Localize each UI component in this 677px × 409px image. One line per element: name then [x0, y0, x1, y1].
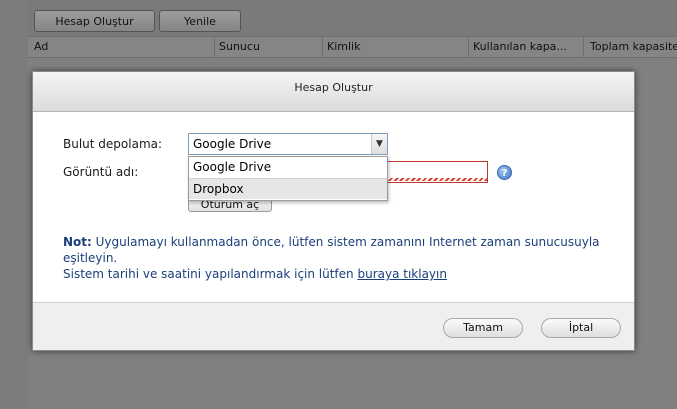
dialog-title: Hesap Oluştur [33, 72, 634, 112]
dialog-footer: Tamam İptal [33, 302, 634, 350]
cloud-storage-select[interactable]: Google Drive ▼ [188, 133, 388, 155]
spellcheck-underline [385, 178, 487, 181]
column-header-name[interactable]: Ad [28, 37, 214, 57]
column-header-identity[interactable]: Kimlik [322, 37, 468, 57]
toolbar: Hesap Oluştur Yenile [28, 0, 677, 36]
note-line-1: Uygulamayı kullanmadan önce, lütfen sist… [63, 235, 600, 265]
selected-storage-value: Google Drive [193, 137, 272, 151]
display-name-label: Görüntü adı: [63, 165, 139, 179]
left-panel [0, 0, 28, 409]
column-header-total-capacity[interactable]: Toplam kapasite [583, 37, 677, 57]
dropdown-option-dropbox[interactable]: Dropbox [189, 178, 387, 199]
chevron-down-icon[interactable]: ▼ [371, 134, 387, 154]
create-account-dialog: Hesap Oluştur Bulut depolama: Görüntü ad… [32, 71, 635, 351]
note-line-2: Sistem tarihi ve saatini yapılandırmak i… [63, 267, 358, 281]
note-prefix: Not: [63, 235, 92, 249]
create-account-button[interactable]: Hesap Oluştur [34, 10, 155, 32]
column-header-used-capacity[interactable]: Kullanılan kapa... [468, 37, 583, 57]
table-header: Ad Sunucu Kimlik Kullanılan kapa... Topl… [28, 36, 677, 58]
cloud-storage-dropdown: Google Drive Dropbox [188, 156, 388, 201]
dropdown-option-google-drive[interactable]: Google Drive [189, 157, 387, 178]
refresh-button[interactable]: Yenile [159, 10, 241, 32]
cancel-button[interactable]: İptal [541, 318, 621, 338]
cloud-storage-label: Bulut depolama: [63, 137, 163, 151]
configure-time-link[interactable]: buraya tıklayın [357, 267, 447, 281]
display-name-field[interactable] [385, 161, 488, 183]
dialog-body: Bulut depolama: Görüntü adı: ? Oturum aç… [33, 112, 634, 302]
question-icon[interactable]: ? [497, 165, 512, 180]
note-text: Not: Uygulamayı kullanmadan önce, lütfen… [63, 234, 623, 282]
column-header-server[interactable]: Sunucu [214, 37, 322, 57]
ok-button[interactable]: Tamam [443, 318, 523, 338]
